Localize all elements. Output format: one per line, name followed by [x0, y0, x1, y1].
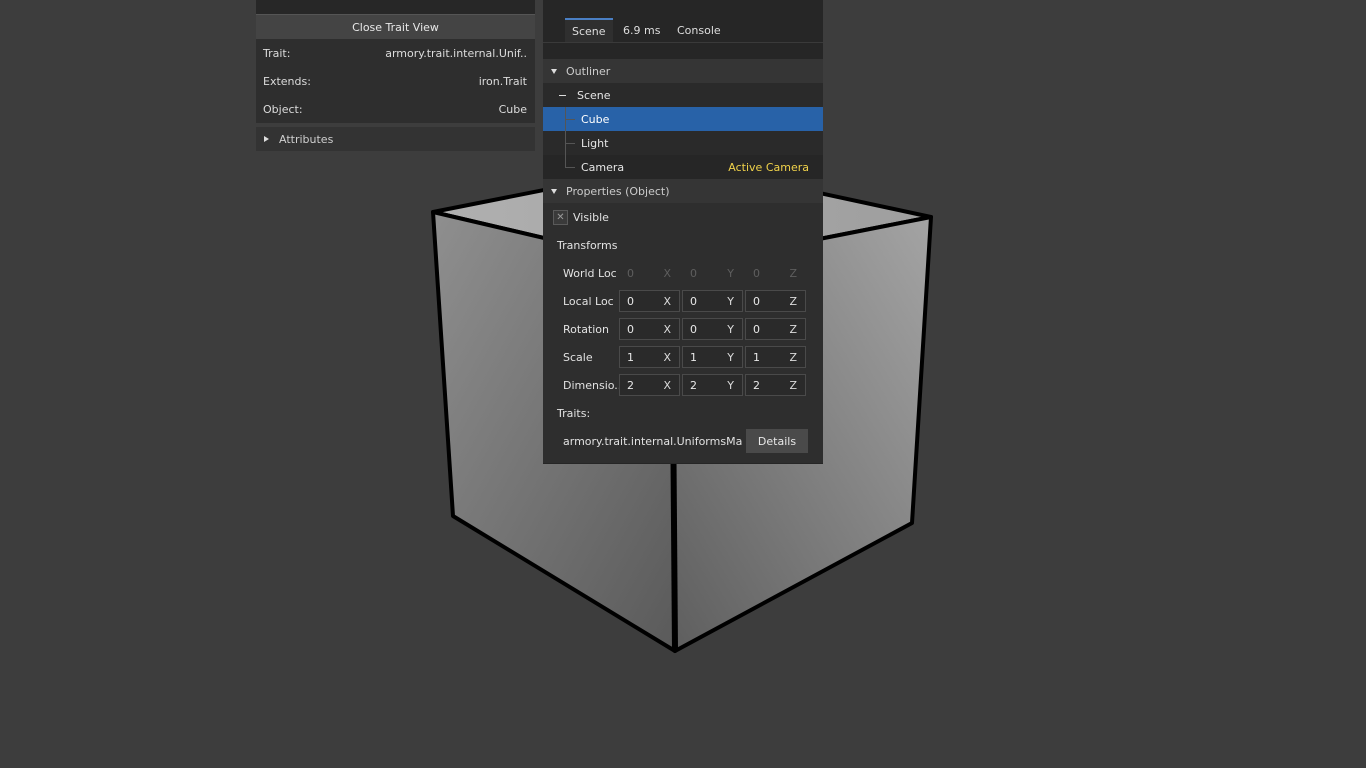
field-label: Local Loc [563, 294, 614, 308]
scale-y-field[interactable]: 1Y [682, 346, 743, 368]
trait-row-trait: Trait: armory.trait.internal.Unif.. [256, 39, 535, 67]
tab-spacer [543, 43, 823, 59]
checkbox-x-icon: ✕ [556, 211, 565, 223]
world-loc-x-field: 0X [627, 266, 671, 280]
visible-label: Visible [573, 210, 609, 224]
properties-body: ✕ Visible Transforms World Loc 0X 0Y 0Z … [543, 203, 823, 463]
tab-console[interactable]: Console [670, 18, 728, 42]
tree-tick [565, 167, 575, 168]
attributes-section-header[interactable]: Attributes [256, 127, 535, 151]
outliner-title: Outliner [566, 64, 611, 78]
tab-scene[interactable]: Scene [565, 18, 613, 42]
field-label: Rotation [563, 322, 610, 336]
local-loc-y-field[interactable]: 0Y [682, 290, 743, 312]
trait-view-panel: Close Trait View Trait: armory.trait.int… [256, 0, 535, 151]
rotation-y-field[interactable]: 0Y [682, 318, 743, 340]
trait-row-object: Object: Cube [256, 95, 535, 123]
trait-value: armory.trait.internal.Unif.. [385, 46, 527, 60]
dimensions-z-field[interactable]: 2Z [745, 374, 806, 396]
transforms-label: Transforms [557, 238, 618, 252]
extends-key: Extends: [263, 74, 311, 88]
local-loc-z-field[interactable]: 0Z [745, 290, 806, 312]
world-loc-z-field: 0Z [753, 266, 797, 280]
tab-bar: Scene 6.9 ms Console [543, 0, 823, 43]
rotation-x-field[interactable]: 0X [619, 318, 680, 340]
outliner-header[interactable]: Outliner [543, 59, 823, 83]
scene-panel: Scene 6.9 ms Console Outliner Scene Cube… [543, 0, 823, 464]
trait-row-extends: Extends: iron.Trait [256, 67, 535, 95]
active-camera-badge: Active Camera [728, 160, 809, 174]
outliner-item-cube[interactable]: Cube [543, 107, 823, 131]
scale-x-field[interactable]: 1X [619, 346, 680, 368]
local-loc-x-field[interactable]: 0X [619, 290, 680, 312]
rotation-z-field[interactable]: 0Z [745, 318, 806, 340]
trait-panel-top-strip [256, 0, 535, 14]
collapse-triangle-icon [551, 188, 557, 194]
tree-tick [565, 119, 575, 120]
outliner-root-label: Scene [577, 88, 611, 102]
attributes-label: Attributes [279, 132, 334, 146]
tree-tick [565, 143, 575, 144]
outliner-item-light[interactable]: Light [543, 131, 823, 155]
outliner-item-camera[interactable]: Camera Active Camera [543, 155, 823, 179]
outliner-item-label: Light [581, 136, 609, 150]
scale-z-field[interactable]: 1Z [745, 346, 806, 368]
visible-checkbox[interactable]: ✕ [553, 209, 568, 225]
trait-item-row: armory.trait.internal.UniformsMana.. Det… [543, 427, 823, 455]
outliner-item-label: Camera [581, 160, 625, 174]
dimensions-x-field[interactable]: 2X [619, 374, 680, 396]
field-label: Scale [563, 350, 593, 364]
tab-profiler[interactable]: 6.9 ms [616, 18, 667, 42]
collapse-dash-icon [559, 94, 566, 96]
field-label: Dimensio.. [563, 378, 619, 392]
outliner-item-scene[interactable]: Scene [543, 83, 823, 107]
collapse-triangle-icon [551, 68, 557, 74]
field-label: World Loc [563, 266, 617, 280]
object-key: Object: [263, 102, 303, 116]
rotation-row: Rotation 0X 0Y 0Z [543, 315, 823, 343]
trait-key: Trait: [263, 46, 291, 60]
properties-header[interactable]: Properties (Object) [543, 179, 823, 203]
scale-row: Scale 1X 1Y 1Z [543, 343, 823, 371]
traits-label: Traits: [557, 406, 591, 420]
close-trait-view-button[interactable]: Close Trait View [256, 14, 535, 39]
expand-triangle-icon [264, 136, 269, 142]
local-loc-row: Local Loc 0X 0Y 0Z [543, 287, 823, 315]
trait-name: armory.trait.internal.UniformsMana.. [563, 434, 742, 448]
details-button[interactable]: Details [746, 429, 808, 453]
object-value: Cube [498, 102, 527, 116]
visible-row: ✕ Visible [543, 203, 823, 231]
world-loc-y-field: 0Y [690, 266, 734, 280]
properties-title: Properties (Object) [566, 184, 670, 198]
trait-info: Trait: armory.trait.internal.Unif.. Exte… [256, 39, 535, 123]
extends-value: iron.Trait [478, 74, 527, 88]
dimensions-y-field[interactable]: 2Y [682, 374, 743, 396]
outliner-item-label: Cube [581, 112, 610, 126]
world-loc-row: World Loc 0X 0Y 0Z [543, 259, 823, 287]
dimensions-row: Dimensio.. 2X 2Y 2Z [543, 371, 823, 399]
